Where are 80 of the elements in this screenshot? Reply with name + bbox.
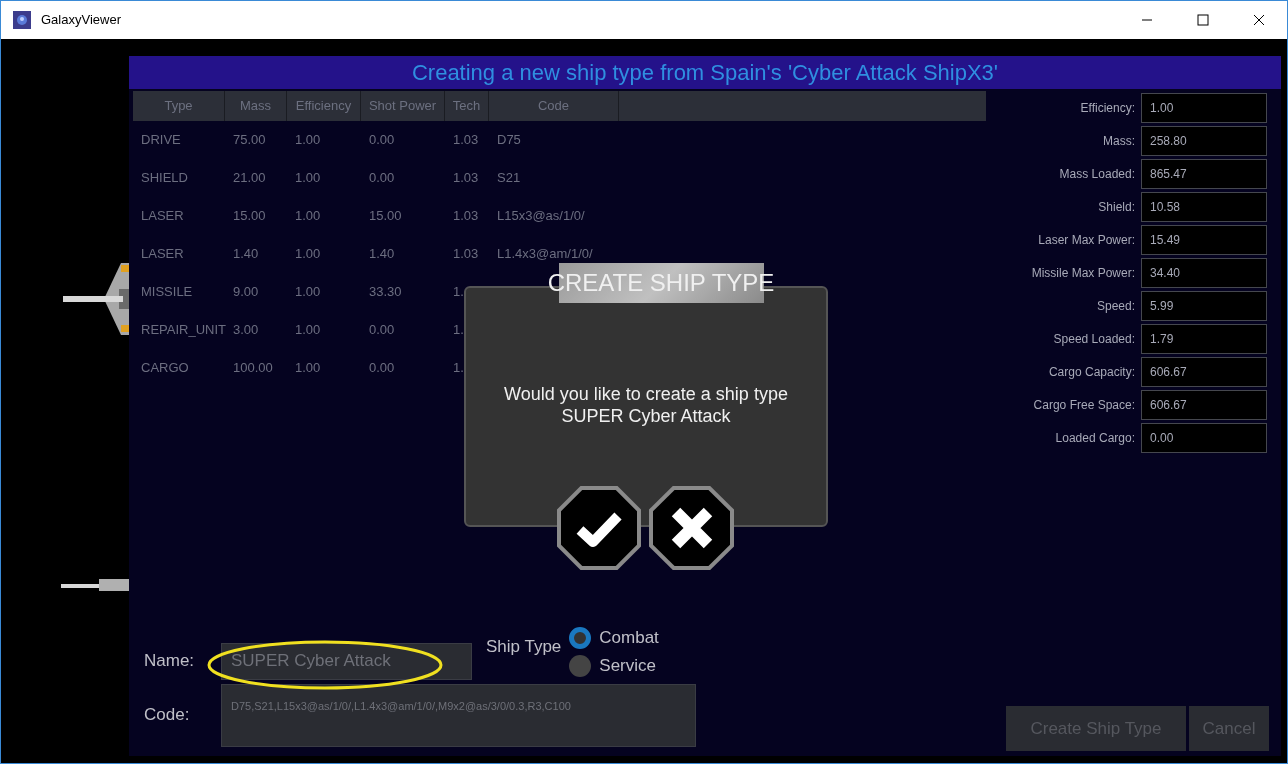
table-cell: 1.40	[369, 246, 395, 262]
table-cell: 1.00	[295, 132, 321, 148]
table-cell: REPAIR_UNIT	[141, 322, 226, 338]
stat-field: 0.00	[1141, 423, 1267, 453]
table-cell: SHIELD	[141, 170, 188, 186]
stat-field: 5.99	[1141, 291, 1267, 321]
window-title: GalaxyViewer	[41, 11, 121, 30]
table-cell: 3.00	[233, 322, 259, 338]
stat-label: Efficiency:	[1080, 100, 1135, 117]
stat-field: 606.67	[1141, 390, 1267, 420]
code-field[interactable]: D75,S21,L15x3@as/1/0/,L1.4x3@am/1/0/,M9x2@as/3/0/0.3,R3,C100	[221, 684, 696, 747]
stat-label: Speed:	[1096, 298, 1135, 315]
table-cell: 1.00	[295, 246, 321, 262]
stat-label: Loaded Cargo:	[1055, 430, 1135, 447]
radio-label: Combat	[599, 627, 659, 650]
table-cell: L1.4x3@am/1/0/	[497, 246, 593, 262]
column-header[interactable]: Efficiency	[287, 91, 361, 121]
column-header[interactable]: Code	[489, 91, 619, 121]
table-cell: 1.03	[453, 132, 479, 148]
table-cell: 21.00	[233, 170, 266, 186]
stat-label: Laser Max Power:	[1038, 232, 1135, 249]
stat-label: Cargo Free Space:	[1033, 397, 1135, 414]
table-cell: 0.00	[369, 170, 395, 186]
table-cell: L15x3@as/1/0/	[497, 208, 585, 224]
table-cell: 0.00	[369, 360, 395, 376]
table-cell: 1.03	[453, 208, 479, 224]
table-cell: 1.	[453, 284, 464, 300]
radio-label: Service	[599, 655, 656, 678]
dialog-message: Would you like to create a ship type SUPER Cyber Attack	[503, 383, 789, 427]
table-cell: 1.00	[295, 322, 321, 338]
column-header[interactable]: Mass	[225, 91, 287, 121]
stat-field: 1.79	[1141, 324, 1267, 354]
table-cell: 1.40	[233, 246, 259, 262]
stat-field: 10.58	[1141, 192, 1267, 222]
column-header[interactable]: Shot Power	[361, 91, 445, 121]
table-cell: LASER	[141, 208, 184, 224]
table-cell: 15.00	[369, 208, 402, 224]
stat-label: Cargo Capacity:	[1048, 364, 1135, 381]
stat-field: 15.49	[1141, 225, 1267, 255]
stat-field: 34.40	[1141, 258, 1267, 288]
close-icon	[669, 506, 714, 550]
table-cell: CARGO	[141, 360, 189, 376]
table-cell: S21	[497, 170, 521, 186]
app-icon	[13, 11, 31, 29]
table-cell: D75	[497, 132, 521, 148]
stat-label: Speed Loaded:	[1053, 331, 1135, 348]
stat-label: Missile Max Power:	[1031, 265, 1135, 282]
maximize-icon	[1197, 14, 1209, 26]
table-cell: 75.00	[233, 132, 266, 148]
stat-field: 258.80	[1141, 126, 1267, 156]
table-cell: LASER	[141, 246, 184, 262]
stat-field: 1.00	[1141, 93, 1267, 123]
table-cell: 1.03	[453, 246, 479, 262]
table-cell: 1.00	[295, 284, 321, 300]
column-header[interactable]: Tech	[445, 91, 489, 121]
panel-title: Creating a new ship type from Spain's 'Cyber Attack ShipX3'	[129, 56, 1281, 89]
table-cell: 1.	[453, 322, 464, 338]
stat-label: Shield:	[1098, 199, 1135, 216]
ship-type-label: Ship Type	[486, 636, 562, 658]
column-header[interactable]: Type	[133, 91, 225, 121]
close-icon	[1253, 14, 1265, 26]
table-cell: 100.00	[233, 360, 273, 376]
table-cell: 0.00	[369, 322, 395, 338]
stat-label: Mass:	[1103, 133, 1135, 150]
table-cell: 1.00	[295, 360, 321, 376]
table-cell: 9.00	[233, 284, 259, 300]
table-cell: MISSILE	[141, 284, 193, 300]
table-cell: 1.03	[453, 170, 479, 186]
table-cell: DRIVE	[141, 132, 181, 148]
stat-field: 606.67	[1141, 357, 1267, 387]
stat-label: Mass Loaded:	[1059, 166, 1135, 183]
table-cell: 0.00	[369, 132, 395, 148]
name-label: Name:	[144, 650, 196, 673]
stat-field: 865.47	[1141, 159, 1267, 189]
table-cell: 1.00	[295, 170, 321, 186]
table-cell: 1.	[453, 360, 464, 376]
table-cell: 33.30	[369, 284, 402, 300]
table-cell: 1.00	[295, 208, 321, 224]
table-cell: 15.00	[233, 208, 266, 224]
code-label: Code:	[144, 704, 191, 726]
